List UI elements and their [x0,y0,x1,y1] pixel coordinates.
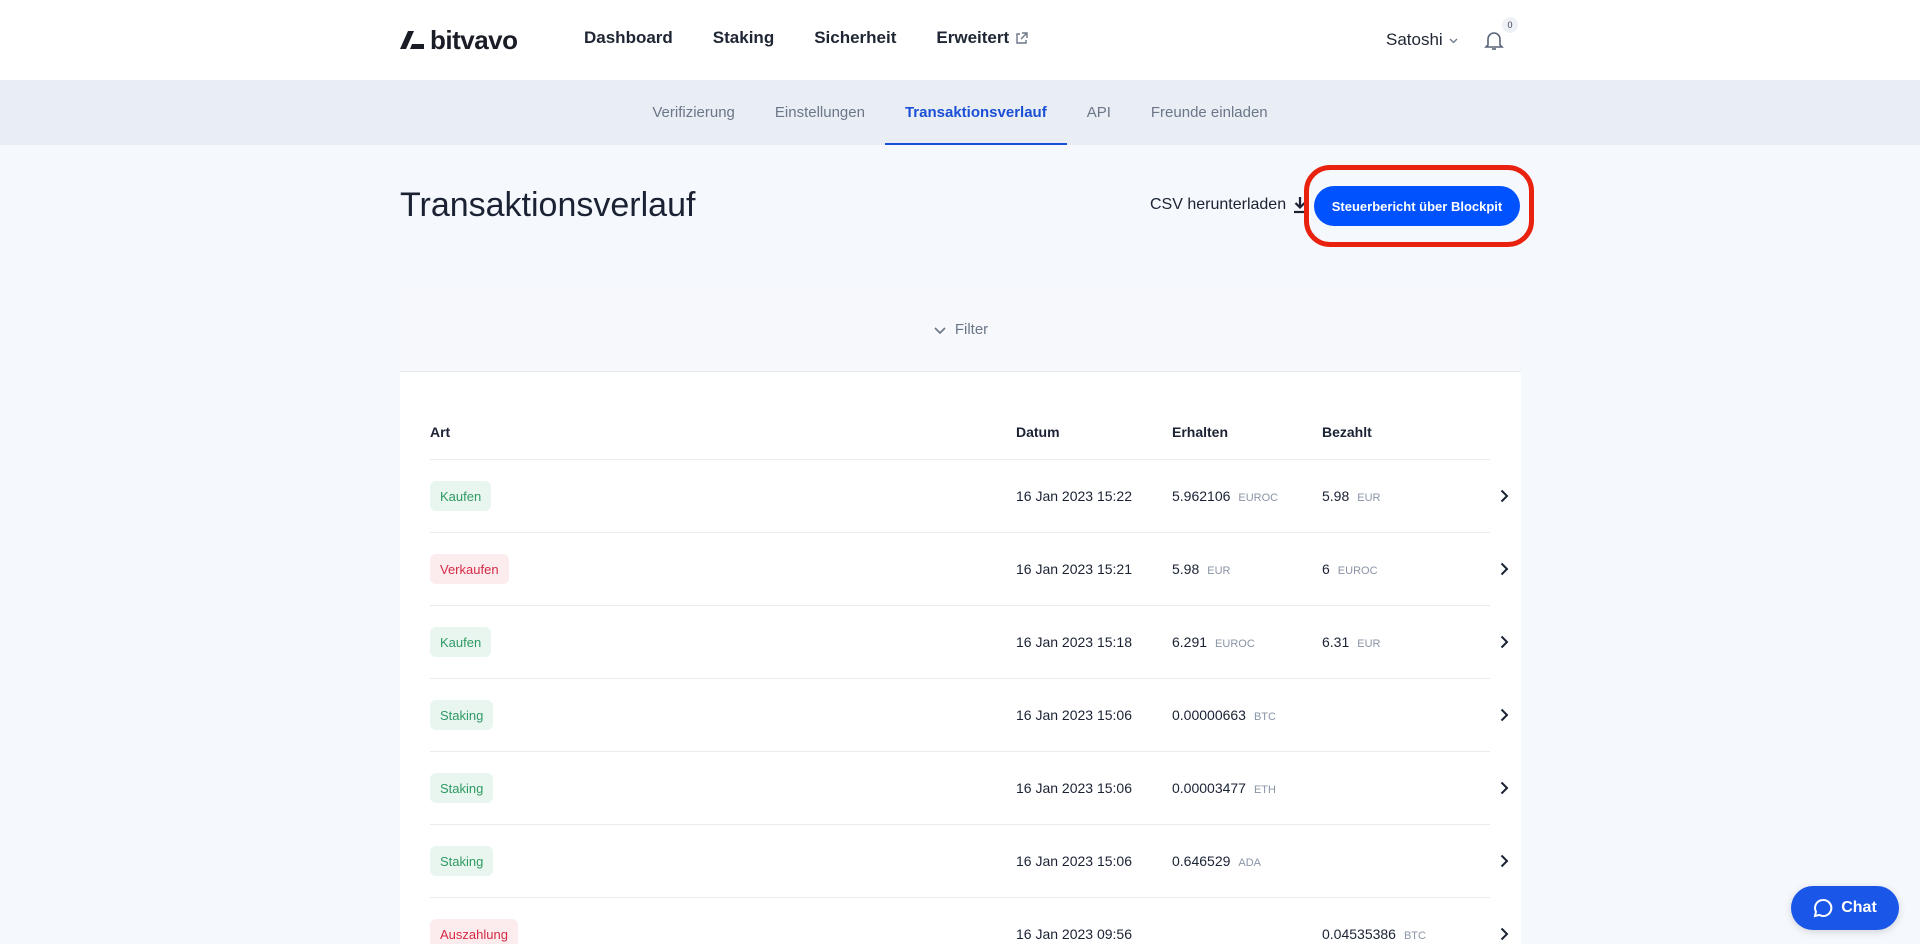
filter-toggle[interactable]: Filter [400,288,1521,372]
bitvavo-logo-icon [400,31,424,49]
type-badge: Staking [430,773,494,803]
type-badge: Kaufen [430,481,492,511]
nav-staking[interactable]: Staking [713,28,774,48]
paid-cell: 5.98 EUR [1322,488,1380,504]
chevron-right-icon [1500,927,1509,941]
nav-erweitert[interactable]: Erweitert [936,28,1028,48]
received-amount: 5.962106 [1172,488,1231,504]
top-navigation-bar: bitvavo Dashboard Staking Sicherheit Erw… [0,0,1920,80]
tab-einstellungen[interactable]: Einstellungen [755,80,885,145]
received-cell: 5.962106 EUROC [1172,488,1278,504]
type-badge: Auszahlung [430,919,518,944]
received-currency: EUR [1207,565,1231,577]
received-amount: 6.291 [1172,634,1208,650]
date-cell: 16 Jan 2023 15:06 [1016,780,1132,796]
type-badge: Kaufen [430,627,492,657]
column-header-date: Datum [1016,424,1060,440]
table-row[interactable]: Verkaufen 16 Jan 2023 15:21 5.98 EUR 6 EUR… [430,532,1509,605]
bitvavo-logo[interactable]: bitvavo [400,24,518,55]
paid-cell: 6 EUROC [1322,561,1378,577]
date-cell: 16 Jan 2023 09:56 [1016,926,1132,942]
paid-amount: 0.04535386 [1322,926,1396,942]
received-currency: EUROC [1215,638,1255,650]
external-link-icon [1016,31,1028,44]
chevron-right-icon [1500,854,1509,868]
chevron-right-icon [1500,635,1509,649]
type-badge: Staking [430,700,494,730]
filter-label: Filter [954,321,989,338]
chevron-right-icon [1500,489,1509,503]
received-amount: 0.646529 [1172,853,1231,869]
user-menu[interactable]: Satoshi [1386,30,1458,50]
tab-freunde-einladen[interactable]: Freunde einladen [1131,80,1288,145]
nav-sicherheit[interactable]: Sicherheit [814,28,896,48]
type-badge: Verkaufen [430,554,509,584]
paid-cell: 0.04535386 BTC [1322,926,1426,942]
download-icon [1294,197,1307,214]
table-row[interactable]: Staking 16 Jan 2023 15:06 0.646529 ADA [430,824,1509,897]
date-cell: 16 Jan 2023 15:18 [1016,634,1132,650]
table-row[interactable]: Staking 16 Jan 2023 15:06 0.00003477 ETH [430,751,1509,824]
brand-name: bitvavo [430,24,518,55]
paid-currency: BTC [1403,930,1426,942]
bell-icon[interactable] [1482,28,1506,52]
paid-amount: 6 [1322,561,1330,577]
received-cell: 6.291 EUROC [1172,634,1255,650]
table-row[interactable]: Auszahlung 16 Jan 2023 09:56 0.04535386 B… [430,897,1509,944]
main-nav: Dashboard Staking Sicherheit Erweitert [584,28,1028,48]
received-cell: 5.98 EUR [1172,561,1230,577]
paid-amount: 6.31 [1322,634,1350,650]
column-header-paid: Bezahlt [1322,424,1372,440]
paid-cell: 6.31 EUR [1322,634,1380,650]
transactions-list: Kaufen 16 Jan 2023 15:22 5.962106 EUROC 5… [430,459,1509,944]
nav-dashboard[interactable]: Dashboard [584,28,673,48]
chevron-right-icon [1500,708,1509,722]
received-currency: EUROC [1238,492,1279,504]
chevron-right-icon [1500,781,1509,795]
date-cell: 16 Jan 2023 15:21 [1016,561,1132,577]
paid-currency: EUR [1357,492,1381,504]
table-header: Art Datum Erhalten Bezahlt [430,424,1490,446]
chat-button[interactable]: Chat [1791,886,1899,930]
tab-verifizierung[interactable]: Verifizierung [632,80,755,145]
chevron-right-icon [1500,562,1509,576]
date-cell: 16 Jan 2023 15:22 [1016,488,1132,504]
csv-download-link[interactable]: CSV herunterladen [1150,196,1308,214]
chevron-down-icon [934,326,946,334]
notification-count-badge: 0 [1502,17,1518,33]
date-cell: 16 Jan 2023 15:06 [1016,707,1132,723]
received-currency: ETH [1253,784,1276,796]
paid-currency: EUR [1357,638,1381,650]
received-cell: 0.00003477 ETH [1172,780,1276,796]
page-title: Transaktionsverlauf [400,186,696,224]
tab-api[interactable]: API [1067,80,1131,145]
table-row[interactable]: Kaufen 16 Jan 2023 15:22 5.962106 EUROC 5… [430,459,1509,532]
received-amount: 0.00003477 [1172,780,1246,796]
tax-report-button[interactable]: Steuerbericht über Blockpit [1314,186,1520,226]
received-amount: 0.00000663 [1172,707,1246,723]
received-cell: 0.00000663 BTC [1172,707,1276,723]
chevron-down-icon [1449,38,1458,43]
paid-amount: 5.98 [1322,488,1350,504]
table-row[interactable]: Staking 16 Jan 2023 15:06 0.00000663 BTC [430,678,1509,751]
received-currency: ADA [1238,857,1262,869]
column-header-received: Erhalten [1172,424,1229,440]
received-amount: 5.98 [1172,561,1200,577]
account-subnav: Verifizierung Einstellungen Transaktions… [0,80,1920,145]
transactions-card: Filter Art Datum Erhalten Bezahlt Kaufen… [400,288,1521,944]
date-cell: 16 Jan 2023 15:06 [1016,853,1132,869]
nav-erweitert-label: Erweitert [936,28,1010,47]
tab-transaktionsverlauf[interactable]: Transaktionsverlauf [884,80,1067,145]
paid-currency: EUROC [1337,565,1378,577]
table-row[interactable]: Kaufen 16 Jan 2023 15:18 6.291 EUROC 6.31… [430,605,1509,678]
type-badge: Staking [430,846,494,876]
csv-download-label: CSV herunterladen [1150,196,1287,213]
column-header-type: Art [430,424,451,440]
chat-bubble-icon [1813,898,1833,918]
received-cell: 0.646529 ADA [1172,853,1261,869]
received-currency: BTC [1253,711,1276,723]
user-name: Satoshi [1386,30,1443,49]
chat-label: Chat [1841,899,1877,916]
